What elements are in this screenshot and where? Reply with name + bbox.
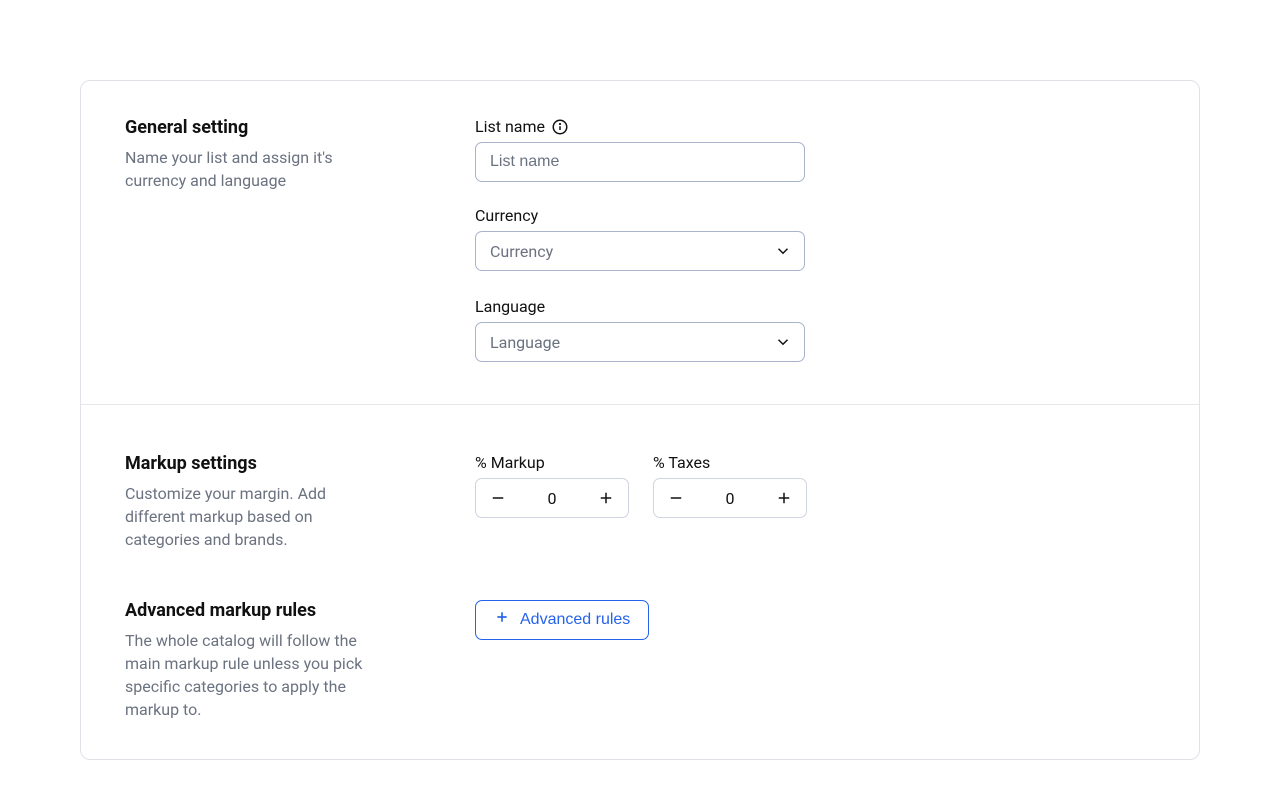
field-list-name: List name: [475, 117, 805, 182]
pct-taxes-stepper: 0: [653, 478, 807, 518]
markup-right: % Markup 0: [475, 453, 1155, 552]
field-currency: Currency Currency: [475, 206, 805, 271]
currency-select[interactable]: Currency: [475, 231, 805, 271]
info-icon[interactable]: [551, 118, 569, 136]
language-select[interactable]: Language: [475, 322, 805, 362]
advanced-title: Advanced markup rules: [125, 600, 451, 621]
pct-taxes-label: % Taxes: [653, 453, 710, 472]
field-pct-markup: % Markup 0: [475, 453, 629, 518]
section-general: General setting Name your list and assig…: [81, 81, 1199, 405]
chevron-down-icon: [774, 242, 792, 260]
advanced-desc: The whole catalog will follow the main m…: [125, 629, 385, 722]
pct-taxes-decrement[interactable]: [662, 484, 690, 512]
field-pct-taxes: % Taxes 0: [653, 453, 807, 518]
pct-markup-decrement[interactable]: [484, 484, 512, 512]
advanced-right: Advanced rules: [475, 600, 1155, 640]
section-general-left: General setting Name your list and assig…: [125, 117, 475, 362]
currency-label: Currency: [475, 206, 538, 225]
language-placeholder: Language: [490, 333, 560, 352]
list-name-label: List name: [475, 117, 545, 136]
steppers-row: % Markup 0: [475, 453, 807, 518]
markup-title: Markup settings: [125, 453, 451, 474]
field-language: Language Language: [475, 297, 805, 362]
section-general-right: List name Currency Currency: [475, 117, 1155, 362]
chevron-down-icon: [774, 333, 792, 351]
list-name-input[interactable]: [475, 142, 805, 182]
pct-markup-value: 0: [548, 489, 557, 508]
advanced-row: Advanced markup rules The whole catalog …: [125, 600, 1155, 722]
advanced-rules-button[interactable]: Advanced rules: [475, 600, 649, 640]
plus-icon: [494, 609, 510, 630]
advanced-rules-label: Advanced rules: [520, 611, 630, 629]
general-desc: Name your list and assign it's currency …: [125, 146, 385, 192]
section-markup: Markup settings Customize your margin. A…: [81, 405, 1199, 759]
markup-desc: Customize your margin. Add different mar…: [125, 482, 385, 552]
pct-taxes-value: 0: [726, 489, 735, 508]
language-label: Language: [475, 297, 545, 316]
markup-left: Markup settings Customize your margin. A…: [125, 453, 475, 552]
settings-card: General setting Name your list and assig…: [80, 80, 1200, 760]
currency-placeholder: Currency: [490, 242, 553, 261]
pct-markup-stepper: 0: [475, 478, 629, 518]
pct-taxes-increment[interactable]: [770, 484, 798, 512]
markup-row: Markup settings Customize your margin. A…: [125, 453, 1155, 552]
advanced-left: Advanced markup rules The whole catalog …: [125, 600, 475, 722]
general-title: General setting: [125, 117, 451, 138]
pct-markup-label: % Markup: [475, 453, 545, 472]
pct-markup-increment[interactable]: [592, 484, 620, 512]
